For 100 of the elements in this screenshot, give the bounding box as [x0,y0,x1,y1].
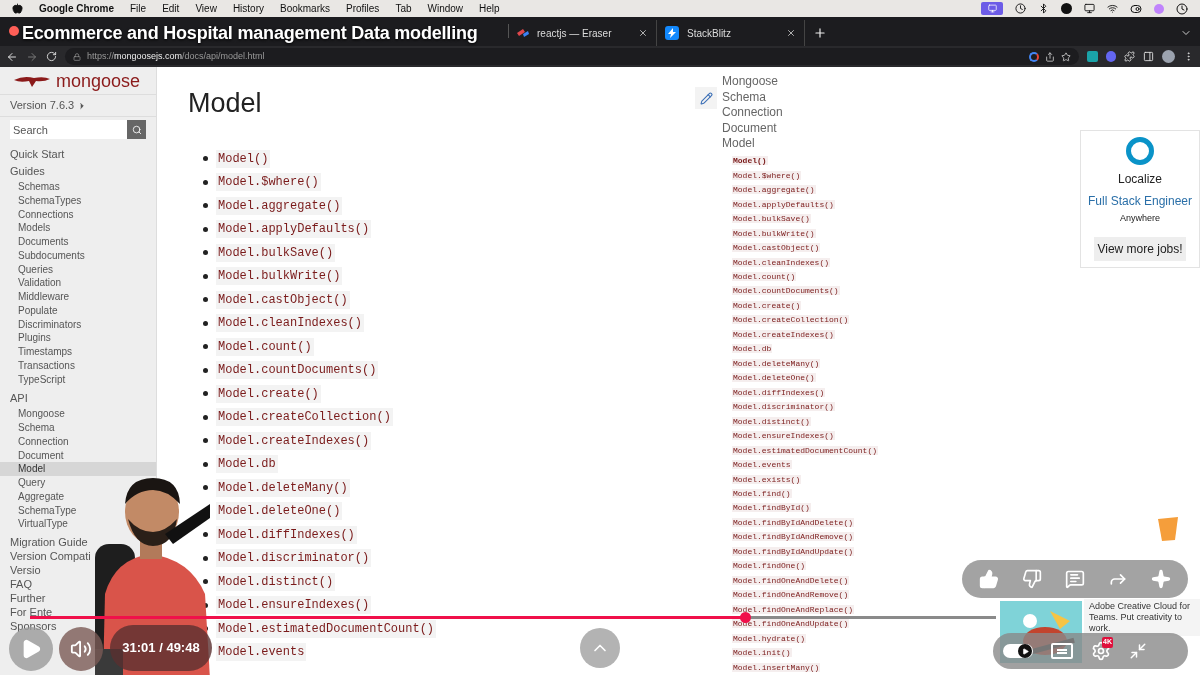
nav-link[interactable]: Sponsors [10,619,57,633]
method-link[interactable]: Model.bulkWrite() [216,267,343,286]
toc-method-link[interactable]: Model.bulkWrite() [732,228,816,238]
toc-method-link[interactable]: Model.findByIdAndDelete() [732,517,855,527]
method-link[interactable]: Model.$where() [216,173,321,192]
nav-link[interactable]: Validation [18,276,62,290]
toc-method-link[interactable]: Model.aggregate() [732,185,816,195]
method-link[interactable]: Model.deleteMany() [216,478,350,497]
close-icon[interactable] [638,28,648,38]
toc-link[interactable]: Connection [722,105,1080,121]
toc-method-link[interactable]: Model.castObject() [732,243,821,253]
method-link[interactable]: Model.cleanIndexes() [216,314,365,333]
job-title-link[interactable]: Full Stack Engineer [1087,192,1193,210]
nav-link[interactable]: Models [18,221,51,235]
menu-item[interactable]: Edit [162,1,180,16]
settings-icon[interactable] [1091,641,1111,661]
nav-link[interactable]: Quick Start [10,146,65,163]
nav-link[interactable]: Query [18,476,46,490]
nav-link[interactable]: Populate [18,303,58,318]
reload-icon[interactable] [46,51,57,62]
method-link[interactable]: Model.ensureIndexes() [216,596,372,615]
nav-link[interactable]: SchemaTypes [18,193,82,208]
control-center-icon[interactable] [1130,2,1142,15]
nav-link[interactable]: Document [18,448,64,463]
extension-icon[interactable] [1087,51,1098,62]
toc-method-link[interactable]: Model.exists() [732,474,802,484]
nav-link[interactable]: VirtualType [18,517,68,531]
menu-item[interactable]: Window [427,1,464,16]
nav-link[interactable]: Further [10,591,46,605]
nav-link[interactable]: API [10,390,28,408]
method-link[interactable]: Model.castObject() [216,290,350,309]
nav-link[interactable]: Versio [10,563,41,577]
nav-link[interactable]: Connections [18,207,74,222]
method-link[interactable]: Model.createCollection() [216,408,393,427]
method-link[interactable]: Model() [216,149,271,168]
method-link[interactable]: Model.aggregate() [216,196,343,215]
nav-link[interactable]: Timestamps [18,345,73,359]
menu-item[interactable]: Tab [395,1,412,16]
view-jobs-button[interactable]: View more jobs! [1094,236,1186,261]
search-field[interactable]: Search [10,120,127,139]
toc-method-link[interactable]: Model.findOneAndUpdate() [732,619,850,629]
toc-method-link[interactable]: Model() [732,156,768,166]
nav-link[interactable]: Schemas [18,180,60,194]
toc-method-link[interactable]: Model.distinct() [732,416,811,426]
screen-share-icon[interactable] [981,2,1003,15]
method-link[interactable]: Model.createIndexes() [216,431,372,450]
activity-icon[interactable] [1015,3,1026,14]
toc-method-link[interactable]: Model.findOne() [732,561,806,571]
extensions-icon[interactable] [1124,51,1135,62]
toc-link[interactable]: Document [722,120,1080,136]
bluetooth-icon[interactable] [1038,3,1049,14]
toc-method-link[interactable]: Model.events [732,460,792,470]
extension-icon[interactable] [1106,51,1116,62]
menu-item[interactable]: History [232,1,264,16]
toc-method-link[interactable]: Model.cleanIndexes() [732,257,830,267]
bookmark-icon[interactable] [1061,51,1071,62]
nav-link[interactable]: SchemaType [18,503,77,518]
nav-link[interactable]: Mongoose [18,407,65,421]
toc-method-link[interactable]: Model.insertMany() [732,662,821,672]
toc-method-link[interactable]: Model.find() [732,489,792,498]
ad-text[interactable]: Adobe Creative Cloud for Teams. Put creativity to work. [1084,599,1200,636]
menu-item[interactable]: File [130,1,147,16]
method-link[interactable]: Model.db [216,455,278,474]
toc-method-link[interactable]: Model.countDocuments() [732,286,840,296]
search-button[interactable] [127,120,146,139]
wifi-icon[interactable] [1107,3,1118,14]
menu-item[interactable]: Bookmarks [280,1,330,16]
nav-link[interactable]: Discriminators [18,317,82,332]
back-icon[interactable] [6,50,18,63]
version-link[interactable]: Version 7.6.3 [10,97,75,114]
method-link[interactable]: Model.estimatedDocumentCount() [216,619,437,638]
toc-method-link[interactable]: Model.findByIdAndUpdate() [732,546,855,556]
toc-method-link[interactable]: Model.createIndexes() [732,329,835,339]
nav-link[interactable]: Queries [18,262,53,277]
toc-method-link[interactable]: Model.db [732,344,773,354]
method-link[interactable]: Model.events [216,643,307,662]
nav-link[interactable]: Model [0,462,156,476]
toc-link[interactable]: Mongoose [722,74,1080,90]
toc-link[interactable]: Model [722,136,1080,152]
nav-link[interactable]: Version Compati [10,549,91,563]
menu-item[interactable]: Profiles [346,1,380,16]
nav-link[interactable]: Guides [10,163,45,180]
clock-icon[interactable] [1176,2,1188,15]
close-icon[interactable] [786,28,796,38]
app-icon[interactable] [1061,3,1072,14]
edit-button[interactable] [695,87,717,109]
toc-method-link[interactable]: Model.applyDefaults() [732,199,835,209]
autoplay-toggle[interactable] [1003,644,1033,658]
nav-link[interactable]: TypeScript [18,372,66,387]
method-link[interactable]: Model.count() [216,337,314,356]
toc-method-link[interactable]: Model.diffIndexes() [732,387,826,397]
nav-link[interactable]: For Ente [10,605,53,619]
method-link[interactable]: Model.diffIndexes() [216,525,357,544]
profile-avatar[interactable] [1162,50,1175,63]
toc-method-link[interactable]: Model.init() [732,648,792,658]
nav-link[interactable]: FAQ [10,577,32,591]
toc-method-link[interactable]: Model.deleteOne() [732,373,816,383]
app-menu[interactable]: Google Chrome [39,1,114,16]
toc-method-link[interactable]: Model.deleteMany() [732,358,821,368]
nav-link[interactable]: Migration Guide [10,535,88,549]
